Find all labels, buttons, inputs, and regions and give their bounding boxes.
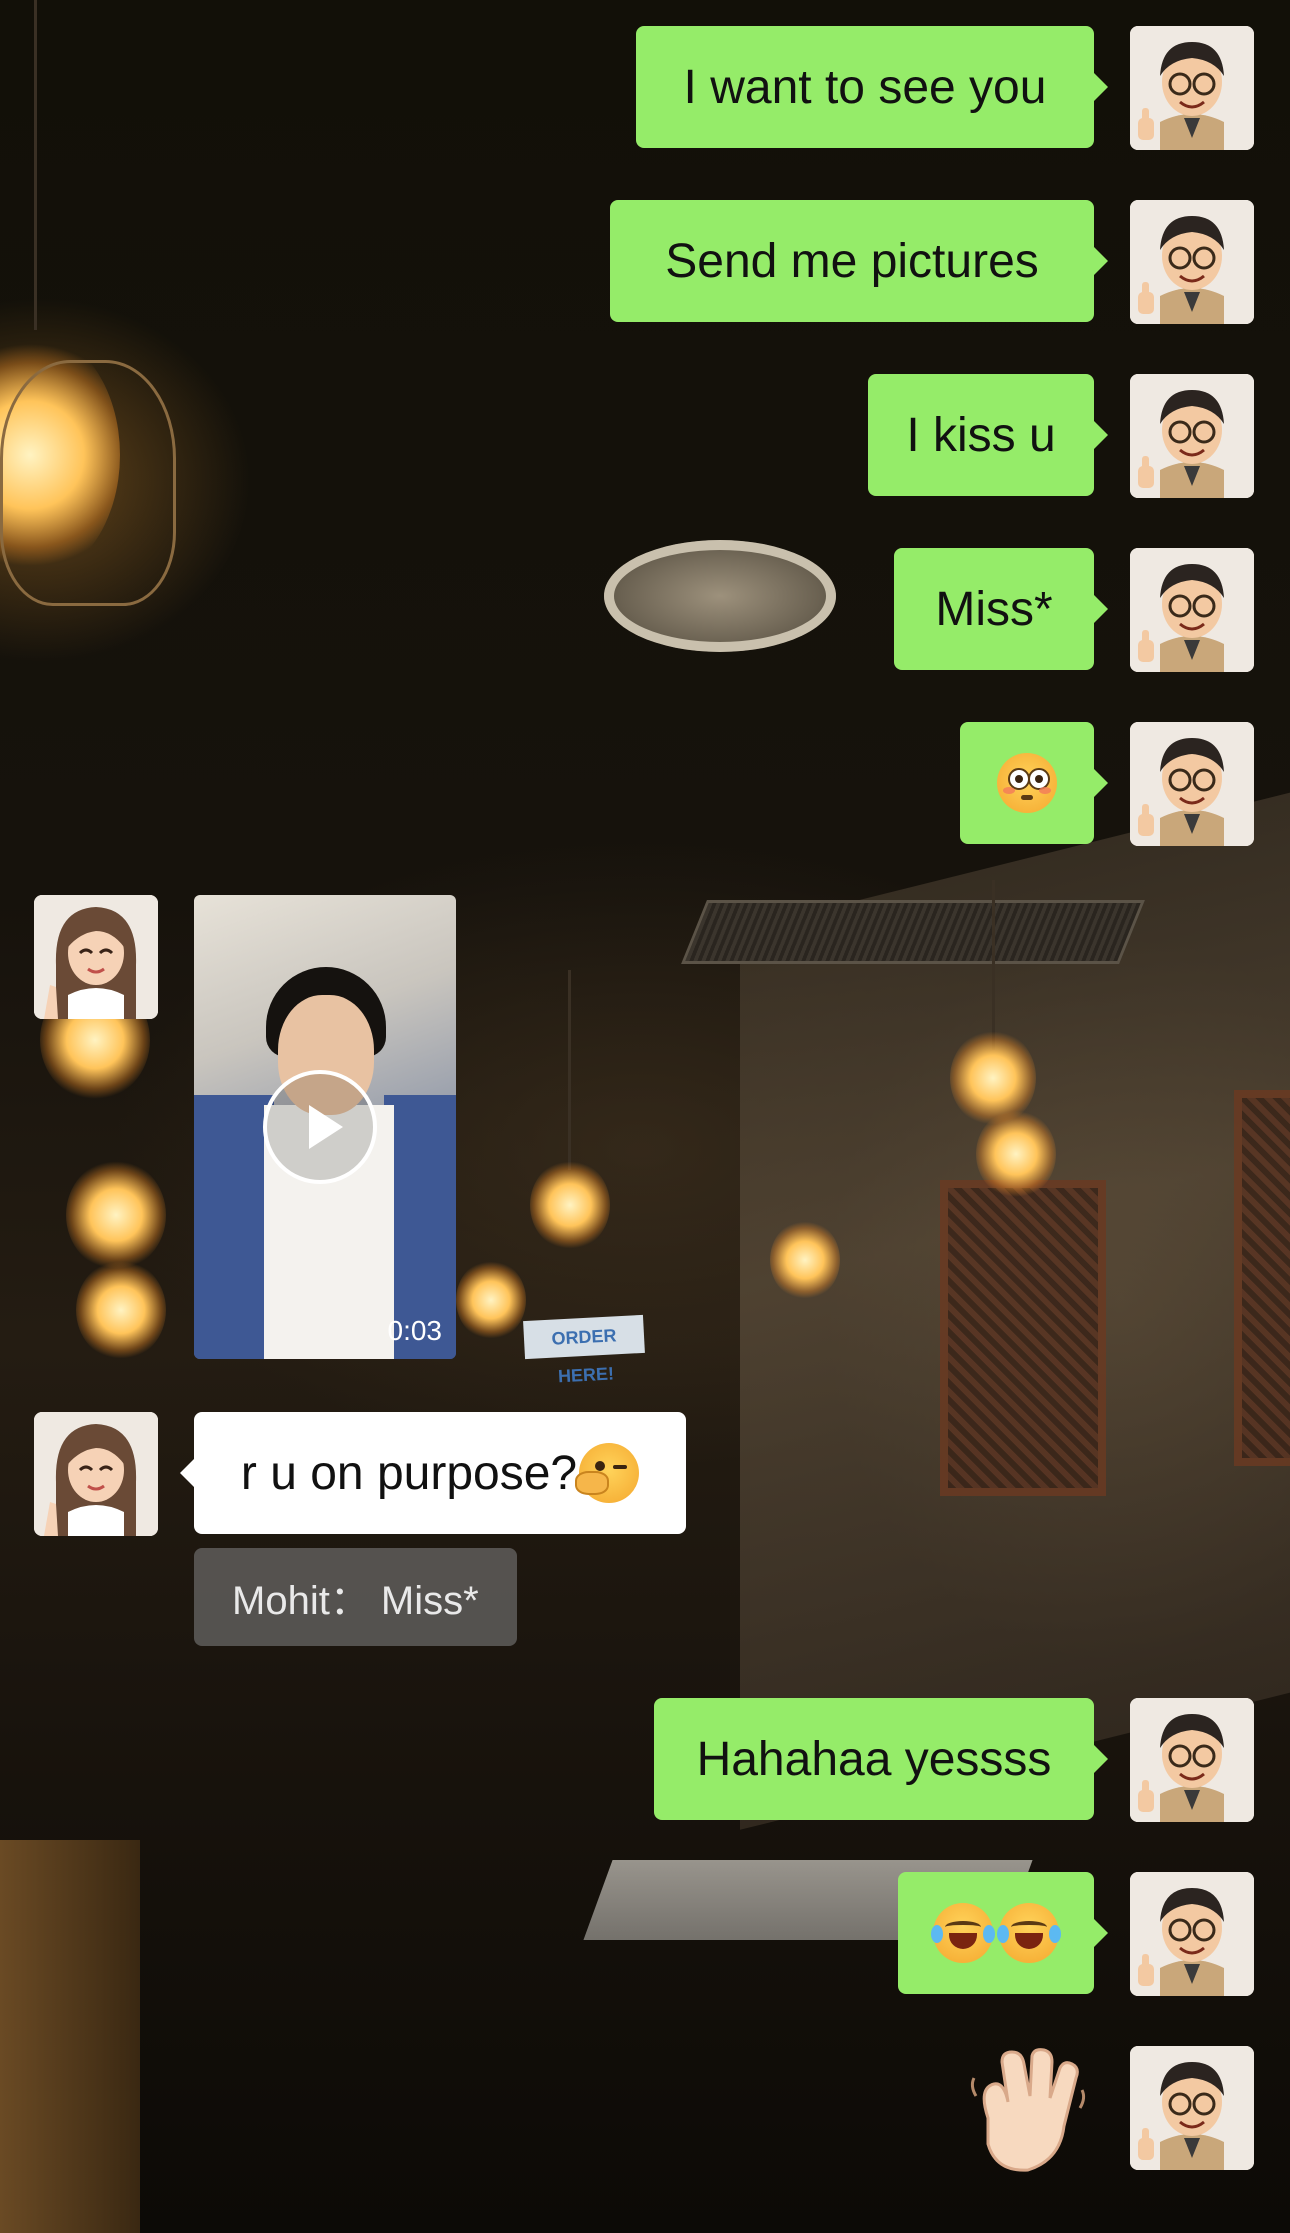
contact-avatar[interactable]: [34, 895, 158, 1019]
avatar-woman-icon: [34, 1412, 158, 1536]
chat-message-list[interactable]: I want to see you Send me pictures I kis…: [0, 0, 1290, 2233]
avatar-man-icon: [1130, 26, 1254, 150]
my-avatar[interactable]: [1130, 1872, 1254, 1996]
avatar-man-icon: [1130, 200, 1254, 324]
video-message[interactable]: 0:03: [194, 895, 456, 1359]
message-text: Send me pictures: [665, 234, 1039, 288]
face-hand-over-mouth-icon: [575, 1443, 640, 1503]
message-text: Hahahaa yessss: [696, 1732, 1052, 1786]
quoted-message-text: Mohit： Miss*: [232, 1579, 479, 1623]
message-text: r u on purpose?: [240, 1446, 578, 1500]
rolling-laughing-icon: [931, 1903, 995, 1963]
message-text: I want to see you: [683, 60, 1047, 114]
message-bubble[interactable]: I want to see you: [636, 26, 1108, 148]
message-bubble[interactable]: Hahahaa yessss: [654, 1698, 1108, 1820]
message-text: Miss*: [935, 582, 1053, 636]
message-bubble[interactable]: r u on purpose?: [180, 1412, 686, 1534]
contact-avatar[interactable]: [34, 1412, 158, 1536]
my-avatar[interactable]: [1130, 1698, 1254, 1822]
avatar-man-icon: [1130, 1872, 1254, 1996]
flushed-face-icon: [997, 753, 1057, 813]
message-bubble[interactable]: Send me pictures: [610, 200, 1108, 322]
avatar-man-icon: [1130, 722, 1254, 846]
avatar-woman-icon: [34, 895, 158, 1019]
rolling-laughing-icon: [997, 1903, 1061, 1963]
avatar-man-icon: [1130, 1698, 1254, 1822]
avatar-man-icon: [1130, 2046, 1254, 2170]
avatar-man-icon: [1130, 374, 1254, 498]
my-avatar[interactable]: [1130, 2046, 1254, 2170]
message-text: I kiss u: [906, 408, 1056, 462]
quoted-message[interactable]: Mohit： Miss*: [194, 1548, 517, 1646]
message-bubble[interactable]: I kiss u: [868, 374, 1108, 496]
my-avatar[interactable]: [1130, 26, 1254, 150]
my-avatar[interactable]: [1130, 200, 1254, 324]
my-avatar[interactable]: [1130, 548, 1254, 672]
waving-hand-icon[interactable]: [968, 2048, 1088, 2178]
avatar-man-icon: [1130, 548, 1254, 672]
my-avatar[interactable]: [1130, 722, 1254, 846]
video-duration: 0:03: [387, 1315, 443, 1346]
play-icon[interactable]: [263, 1070, 377, 1184]
message-bubble[interactable]: Miss*: [894, 548, 1108, 670]
message-bubble[interactable]: [898, 1872, 1108, 1994]
my-avatar[interactable]: [1130, 374, 1254, 498]
message-bubble[interactable]: [960, 722, 1108, 844]
